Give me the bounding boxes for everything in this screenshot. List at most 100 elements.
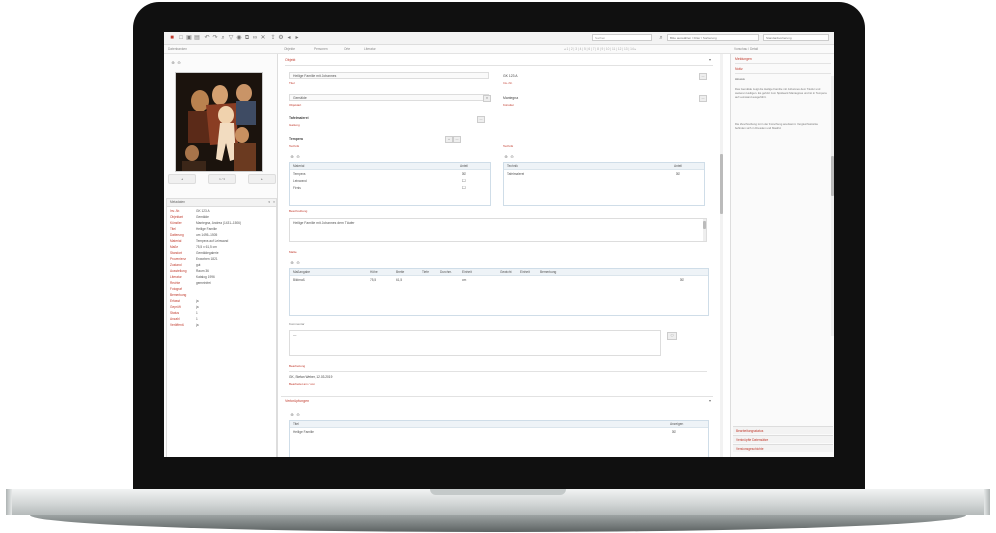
list-item[interactable]: Status 1 (170, 311, 274, 315)
home-icon[interactable]: ■ (169, 35, 175, 41)
column-header[interactable]: Durchm. (440, 269, 452, 275)
description-scrollbar[interactable] (703, 219, 706, 241)
arrow-left-icon[interactable]: ◂ (286, 35, 292, 41)
linked-records-panel[interactable]: Verknüpfte Datensätze (733, 435, 833, 443)
list-item[interactable]: Literatur Katalog 1996 (170, 275, 274, 279)
edit-status-panel[interactable]: Bearbeitungsstatus (733, 426, 833, 434)
title-field[interactable]: Heilige Familie mit Johannes (289, 72, 489, 79)
version-history-panel[interactable]: Versionsgeschichte (733, 444, 833, 452)
description-textarea[interactable]: Heilige Familie mit Johannes dem Täufer (289, 218, 707, 242)
artwork-image[interactable] (175, 72, 263, 172)
tab-databases[interactable]: Datenbanken (168, 45, 187, 53)
search-input[interactable]: Suchen (592, 34, 652, 41)
technique-field[interactable]: Tempera (289, 137, 303, 142)
list-item[interactable]: Datierung um 1495–1505 (170, 233, 274, 237)
copy-icon[interactable]: ⧉ (244, 35, 250, 41)
checkbox-icon[interactable]: ☐ (462, 178, 466, 183)
list-item[interactable]: Ausstellung Raum 36 (170, 269, 274, 273)
search-icon[interactable]: ⌕ (220, 35, 226, 41)
column-header[interactable]: Einheit (520, 269, 530, 275)
object-type-field[interactable]: Gemälde (289, 94, 489, 101)
save-icon[interactable]: ▣ (186, 35, 192, 41)
collapse-links-icon[interactable]: ▾ (707, 398, 713, 404)
zoom-out-icon[interactable]: ⊖ (176, 60, 182, 66)
comment-textarea[interactable]: — (289, 330, 661, 356)
export-icon[interactable]: ⇪ (270, 35, 276, 41)
filter-icon[interactable]: ▽ (228, 35, 234, 41)
column-header[interactable]: Gewicht (500, 269, 512, 275)
artist-lookup-button[interactable]: ⋯ (699, 95, 707, 102)
list-item[interactable]: Inv.-Nr. GK 123 A (170, 209, 274, 213)
settings-icon[interactable]: ⚙ (278, 35, 284, 41)
list-item[interactable]: Veröffentl. ja (170, 323, 274, 327)
checkbox-icon[interactable]: ☒ (680, 277, 684, 282)
remove-dimension-icon[interactable]: ⊖ (295, 260, 301, 266)
technique-lookup-button[interactable]: ⋯ (453, 136, 461, 143)
checkbox-icon[interactable]: ☐ (462, 185, 466, 190)
lookup-button[interactable]: ⋯ (699, 73, 707, 80)
list-item[interactable]: Bemerkung (170, 293, 274, 297)
sort-select[interactable]: Standardsortierung (763, 34, 829, 41)
note-scrollbar[interactable] (831, 76, 834, 336)
list-item[interactable]: Tafelmalerei (507, 172, 524, 177)
tab-persons[interactable]: Personen (314, 45, 328, 53)
link-icon[interactable]: ∞ (252, 35, 258, 41)
list-item[interactable]: Erfasst ja (170, 299, 274, 303)
list-item[interactable]: Tempera (293, 172, 305, 177)
messages-header[interactable]: Meldungen (735, 56, 831, 64)
comment-expand-button[interactable]: ▢ (667, 332, 677, 340)
list-item[interactable]: Provenienz Erworben 1821 (170, 257, 274, 261)
column-header[interactable]: Tiefe (422, 269, 429, 275)
user-icon[interactable]: ◉ (236, 35, 242, 41)
main-scrollbar[interactable] (720, 54, 723, 457)
note-header[interactable]: Notiz (735, 66, 831, 74)
redo-icon[interactable]: ↷ (212, 35, 218, 41)
new-record-icon[interactable]: □ (178, 35, 184, 41)
list-item[interactable]: Zustand gut (170, 263, 274, 267)
remove-link-icon[interactable]: ⊖ (295, 412, 301, 418)
close-icon[interactable]: × (273, 199, 275, 206)
checkbox-icon[interactable]: ☒ (672, 429, 676, 434)
tab-places[interactable]: Orte (344, 45, 350, 53)
tab-pagination[interactable]: ◂ 1 | 2 | 3 | 4 | 5 | 6 | 7 | 8 | 9 | 10… (564, 45, 636, 53)
tab-objects[interactable]: Objekte (284, 45, 295, 53)
search-go-icon[interactable]: ⌕ (658, 35, 664, 41)
list-item[interactable]: Leinwand (293, 179, 307, 184)
column-header[interactable]: Maßangabe (293, 269, 310, 275)
table-row[interactable]: Heilige Familie (293, 430, 314, 435)
arrow-right-icon[interactable]: ▸ (294, 35, 300, 41)
remove-technique-icon[interactable]: ⊖ (509, 154, 515, 160)
list-item[interactable]: Fotograf (170, 287, 274, 291)
list-item[interactable]: Objektart Gemälde (170, 215, 274, 219)
list-item[interactable]: Titel Heilige Familie (170, 227, 274, 231)
artist-field[interactable]: Mantegna (503, 96, 518, 101)
list-item[interactable]: Geprüft ja (170, 305, 274, 309)
column-header[interactable]: Höhe (370, 269, 378, 275)
list-item[interactable]: Künstler Mantegna, Andrea (1431–1506) (170, 221, 274, 225)
column-header[interactable]: Einheit (462, 269, 472, 275)
list-item[interactable]: Firnis (293, 186, 301, 191)
checkbox-icon[interactable]: ☒ (462, 171, 466, 176)
column-header[interactable]: Bemerkung (540, 269, 556, 275)
collapse-icon[interactable]: ▾ (268, 199, 270, 206)
technique-add-button[interactable]: + (445, 136, 453, 143)
inventory-number-field[interactable]: GK 123 A (503, 74, 518, 79)
collapse-section-icon[interactable]: ▾ (707, 57, 713, 63)
list-item[interactable]: Anzahl 1 (170, 317, 274, 321)
filter-select[interactable]: Bitte auswählen / Filter / Sortierung (667, 34, 759, 41)
undo-icon[interactable]: ↶ (204, 35, 210, 41)
column-header[interactable]: Breite (396, 269, 404, 275)
remove-material-icon[interactable]: ⊖ (295, 154, 301, 160)
list-item[interactable]: Standort Gemäldegalerie (170, 251, 274, 255)
list-item[interactable]: Rechte gemeinfrei (170, 281, 274, 285)
genre-lookup-button[interactable]: ⋯ (477, 116, 485, 123)
object-type-dropdown[interactable]: ▾ (483, 95, 491, 102)
delete-icon[interactable]: ✕ (260, 35, 266, 41)
tab-literature[interactable]: Literatur (364, 45, 376, 53)
next-image-button[interactable]: ▸ (248, 174, 276, 184)
list-item[interactable]: Material Tempera auf Leinwand (170, 239, 274, 243)
checkbox-icon[interactable]: ☒ (676, 171, 680, 176)
print-icon[interactable]: ▤ (194, 35, 200, 41)
genre-field[interactable]: Tafelmalerei (289, 116, 309, 121)
list-item[interactable]: Maße 75,5 x 61,5 cm (170, 245, 274, 249)
